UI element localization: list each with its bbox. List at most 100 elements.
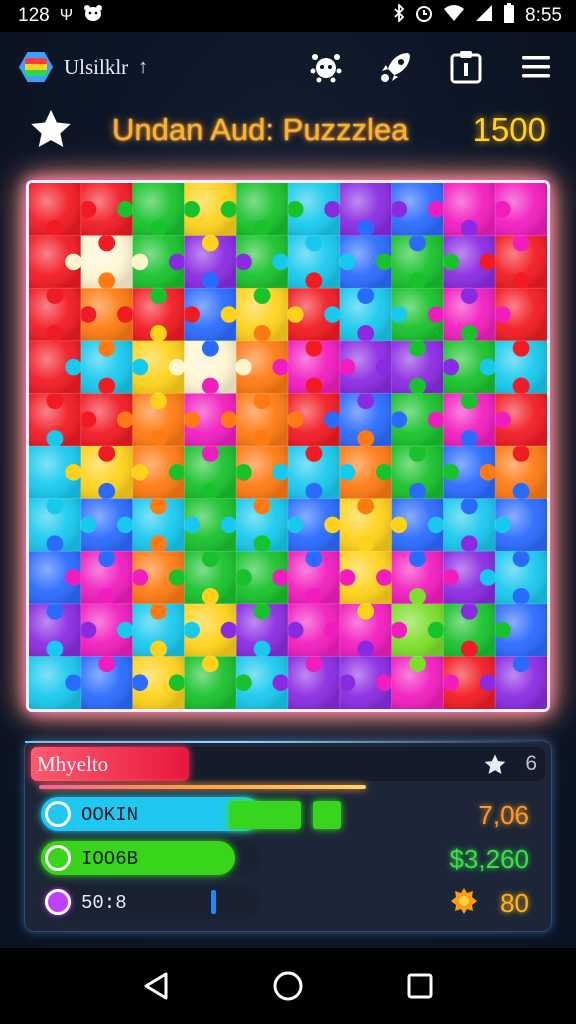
piece-knob — [98, 444, 116, 462]
piece-knob — [98, 377, 116, 395]
puzzle-grid[interactable] — [29, 183, 547, 709]
piece-knob — [305, 272, 323, 290]
piece-knob — [98, 655, 116, 673]
piece-knob — [357, 430, 375, 448]
piece-knob — [460, 325, 478, 342]
alarm-icon — [415, 4, 433, 28]
signal-icon — [475, 4, 493, 28]
piece-knob — [479, 358, 497, 376]
piece-knob — [235, 464, 252, 481]
level-label: Mhyelto — [37, 751, 109, 776]
piece-knob — [427, 201, 445, 218]
piece-knob — [305, 234, 323, 252]
score-value: 1500 — [472, 111, 546, 148]
piece-knob — [183, 516, 200, 534]
level-progress-bar — [39, 785, 367, 789]
piece-knob — [286, 411, 304, 428]
clock-time: 8:55 — [525, 5, 562, 26]
piece-knob — [150, 325, 167, 342]
piece-knob — [286, 201, 304, 218]
recents-icon[interactable] — [400, 966, 440, 1006]
piece-knob — [390, 621, 408, 639]
puzzle-title: Undan Aud: Puzzzlea — [112, 112, 409, 147]
piece-knob — [79, 201, 97, 218]
piece-knob — [168, 674, 186, 691]
battery-icon — [503, 3, 515, 29]
rocket-icon[interactable] — [372, 43, 420, 91]
piece-knob — [512, 482, 530, 500]
emblem-icon: Ψ — [59, 7, 74, 24]
piece-knob — [427, 306, 445, 323]
level-badge[interactable]: Mhyelto — [31, 747, 189, 781]
splat-icon[interactable] — [302, 43, 350, 91]
piece-knob — [253, 430, 271, 448]
stats-panel: Mhyelto 6 OOKIN 7,06 IOO6B $3,260 50:8 8… — [24, 740, 553, 932]
piece-knob — [442, 358, 459, 376]
app-header: Ulsilklr ↑ — [0, 36, 576, 98]
piece-knob — [131, 253, 149, 271]
piece-knob — [168, 569, 186, 586]
piece-knob — [131, 358, 149, 376]
piece-knob — [150, 497, 167, 515]
piece-knob — [150, 640, 167, 658]
piece-knob — [183, 201, 200, 218]
stat-row-2[interactable]: IOO6B — [41, 841, 261, 875]
piece-knob — [305, 377, 323, 395]
piece-knob — [357, 392, 375, 410]
piece-knob — [512, 588, 530, 605]
piece-knob — [324, 516, 341, 534]
piece-knob — [220, 621, 238, 639]
piece-knob — [272, 464, 290, 481]
piece-knob — [79, 306, 97, 323]
piece-knob — [512, 550, 530, 567]
home-icon[interactable] — [268, 966, 308, 1006]
piece-knob — [460, 535, 478, 553]
piece-knob — [460, 219, 478, 237]
piece-knob — [286, 621, 304, 639]
stat-row-1[interactable]: OOKIN — [41, 797, 261, 831]
menu-icon[interactable] — [512, 43, 560, 91]
up-arrow-icon[interactable]: ↑ — [138, 56, 148, 79]
piece-knob — [150, 219, 167, 237]
status-left-text: 128 — [18, 5, 50, 26]
piece-knob — [201, 234, 219, 252]
piece-knob — [131, 674, 149, 691]
stat-extra-bar — [313, 801, 341, 829]
piece-knob — [460, 430, 478, 448]
piece-knob — [305, 339, 323, 357]
piece-knob — [98, 339, 116, 357]
back-icon[interactable] — [136, 966, 176, 1006]
piece-knob — [357, 325, 375, 342]
piece-knob — [201, 550, 219, 567]
piece-knob — [460, 602, 478, 620]
piece-knob — [442, 253, 459, 271]
piece-knob — [183, 621, 200, 639]
puzzle-board[interactable] — [26, 180, 550, 712]
piece-knob — [324, 201, 341, 218]
piece-knob — [65, 464, 82, 481]
piece-knob — [168, 464, 186, 481]
piece-knob — [512, 377, 530, 395]
piece-knob — [150, 287, 167, 304]
piece-knob — [494, 306, 511, 323]
favorite-star-icon[interactable] — [26, 105, 76, 155]
piece-knob — [305, 482, 323, 500]
piece-knob — [150, 535, 167, 553]
piece-knob — [79, 516, 97, 534]
app-logo-icon[interactable] — [16, 47, 56, 87]
coin-icon — [449, 886, 479, 916]
status-bar: 128 Ψ 8:55 — [0, 0, 576, 32]
piece-knob — [168, 253, 186, 271]
piece-knob — [253, 640, 271, 658]
stat-row-3[interactable]: 50:8 — [41, 885, 261, 919]
piece-knob — [376, 569, 393, 586]
stat-label: OOKIN — [81, 804, 139, 826]
piece-knob — [286, 516, 304, 534]
star-icon — [483, 753, 507, 777]
piece-knob — [79, 621, 97, 639]
title-row: Undan Aud: Puzzzlea 1500 — [0, 100, 576, 160]
piece-knob — [409, 482, 426, 500]
info-icon[interactable] — [442, 43, 490, 91]
piece-knob — [272, 674, 290, 691]
piece-knob — [220, 306, 238, 323]
